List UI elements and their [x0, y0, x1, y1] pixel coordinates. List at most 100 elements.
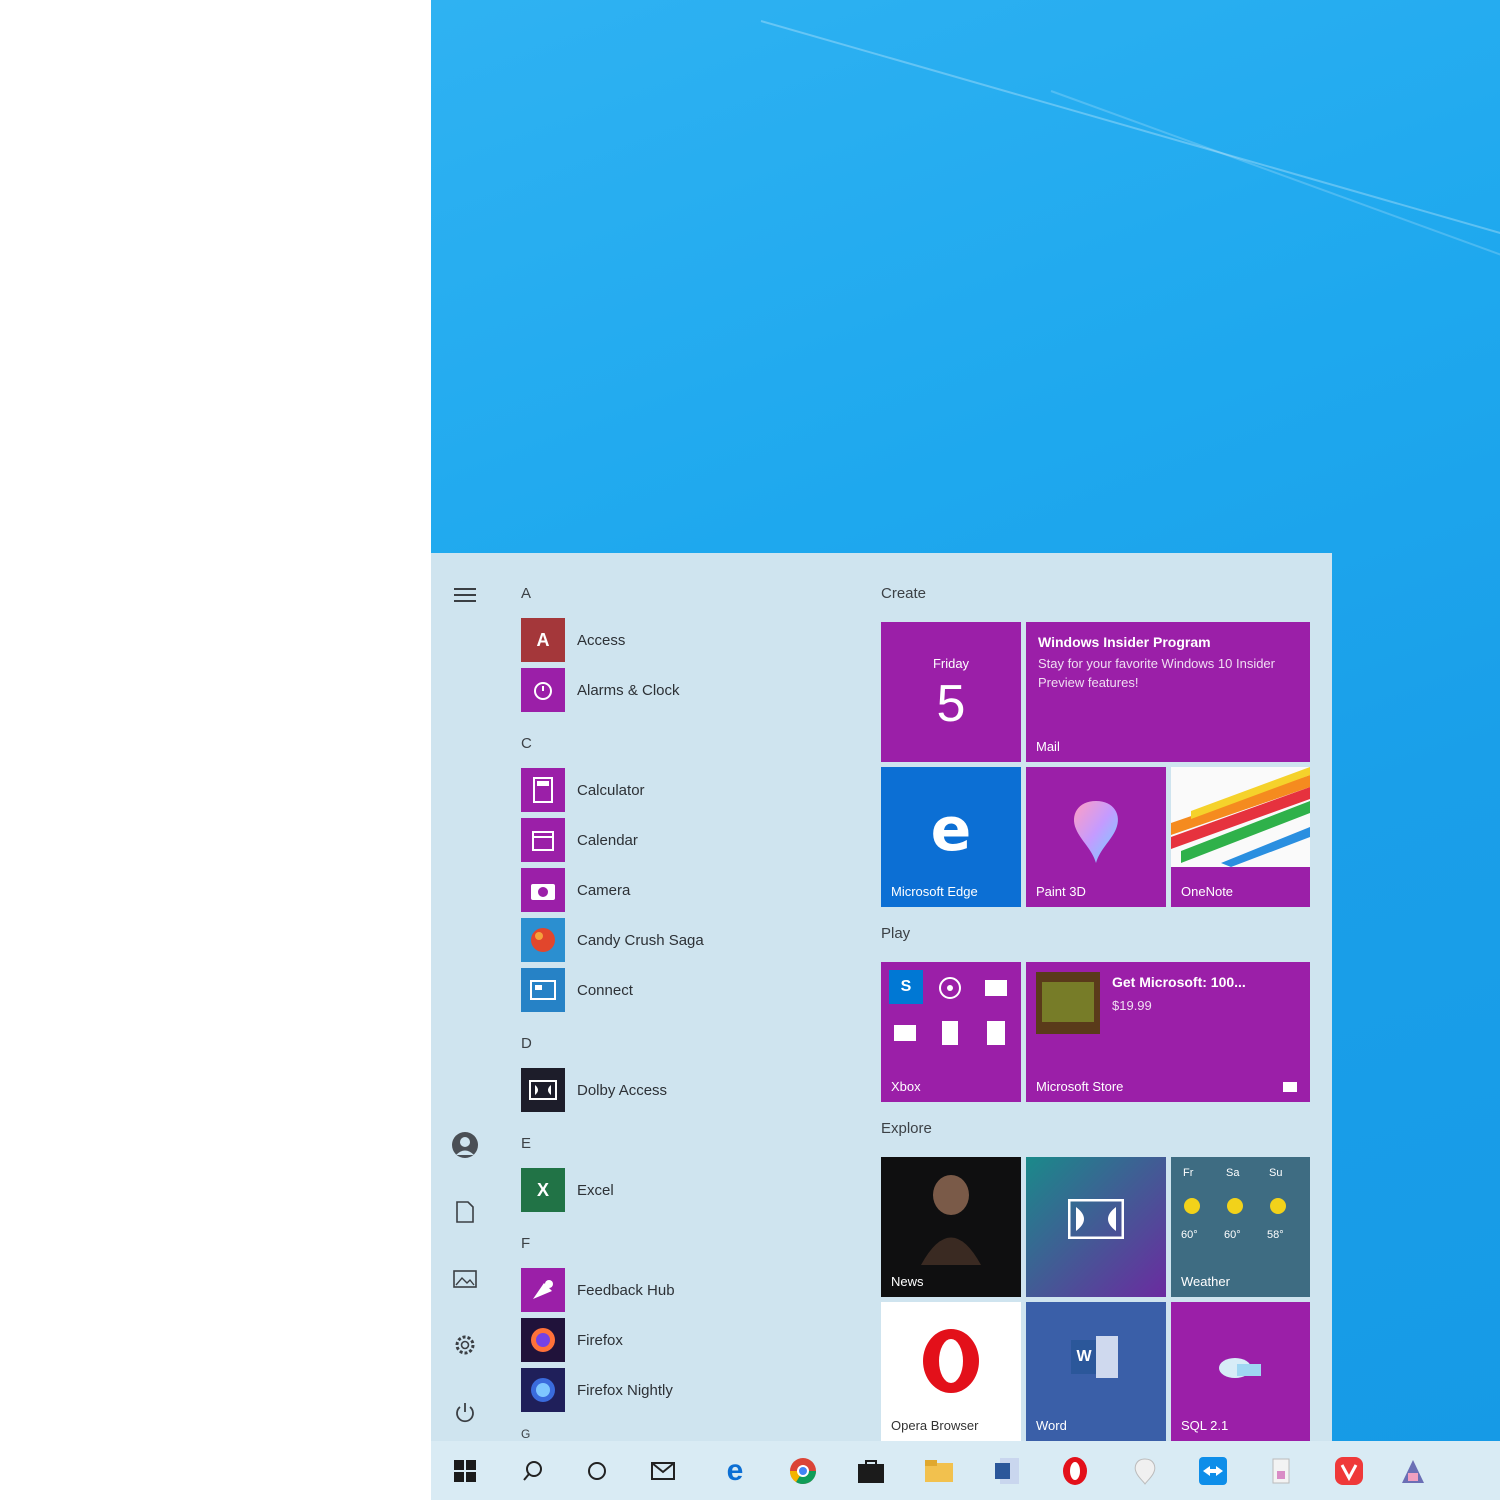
- dolby-logo-icon: [1068, 1199, 1124, 1239]
- app-label: Connect: [577, 981, 633, 999]
- paint-icon[interactable]: [1125, 1451, 1165, 1491]
- app-camera[interactable]: Camera: [521, 868, 630, 912]
- letter-header-f[interactable]: F: [521, 1235, 530, 1252]
- weather-temp: 58°: [1267, 1229, 1284, 1241]
- app-firefox[interactable]: Firefox: [521, 1318, 623, 1362]
- letter-header-c[interactable]: C: [521, 735, 532, 752]
- tile-microsoft-store[interactable]: Get Microsoft: 100... $19.99 Microsoft S…: [1026, 962, 1310, 1102]
- tile-word[interactable]: W Word: [1026, 1302, 1166, 1441]
- photos-icon: [894, 1025, 916, 1041]
- edge-icon: e: [930, 795, 972, 865]
- folder-icon: [985, 980, 1007, 996]
- chrome-icon[interactable]: [783, 1451, 823, 1491]
- tile-paint-3d[interactable]: Paint 3D: [1026, 767, 1166, 907]
- tile-play-folder[interactable]: S Xbox: [881, 962, 1021, 1102]
- store-price: $19.99: [1112, 998, 1152, 1013]
- movies-icon: [939, 977, 961, 999]
- app-calendar[interactable]: Calendar: [521, 818, 638, 862]
- app-candy-crush[interactable]: Candy Crush Saga: [521, 918, 704, 962]
- tile-mail[interactable]: Windows Insider Program Stay for your fa…: [1026, 622, 1310, 762]
- edge-icon[interactable]: e: [715, 1451, 755, 1491]
- alarm-clock-icon: [521, 668, 565, 712]
- tile-weather[interactable]: Fr Sa Su 60° 60° 58° Weather: [1171, 1157, 1310, 1297]
- store-game-thumbnail: [1036, 972, 1100, 1034]
- app-icon[interactable]: [1261, 1451, 1301, 1491]
- app-calculator[interactable]: Calculator: [521, 768, 645, 812]
- opera-icon[interactable]: [1055, 1451, 1095, 1491]
- mail-icon[interactable]: [643, 1451, 683, 1491]
- tile-microsoft-edge[interactable]: e Microsoft Edge: [881, 767, 1021, 907]
- letter-header-e[interactable]: E: [521, 1135, 531, 1152]
- connect-icon: [521, 968, 565, 1012]
- news-photo-image: [921, 1175, 981, 1265]
- hamburger-icon[interactable]: [451, 581, 479, 609]
- pictures-icon[interactable]: [451, 1265, 479, 1293]
- app-label: Candy Crush Saga: [577, 931, 704, 949]
- app-label: Camera: [577, 881, 631, 899]
- app-feedback-hub[interactable]: Feedback Hub: [521, 1268, 675, 1312]
- app-list: A A Access Alarms & Clock C Calculator C…: [521, 553, 851, 1441]
- app-label: Calendar: [577, 831, 638, 849]
- app-alarms-clock[interactable]: Alarms & Clock: [521, 668, 680, 712]
- teamviewer-icon[interactable]: [1193, 1451, 1233, 1491]
- group-header-explore[interactable]: Explore: [881, 1120, 932, 1137]
- tile-label: Word: [1036, 1418, 1067, 1433]
- colorful-stripes-image: [1171, 767, 1310, 867]
- start-menu: A A Access Alarms & Clock C Calculator C…: [431, 553, 1332, 1441]
- tile-news[interactable]: News: [881, 1157, 1021, 1297]
- tile-label: OneNote: [1181, 884, 1234, 899]
- opera-icon: [923, 1329, 979, 1393]
- app-label: Excel: [577, 1181, 614, 1199]
- app2-icon[interactable]: [1393, 1451, 1433, 1491]
- document-icon[interactable]: [451, 1198, 479, 1226]
- calendar-date: 5: [936, 675, 966, 733]
- weather-day: Sa: [1226, 1167, 1240, 1179]
- file-explorer-icon[interactable]: [919, 1451, 959, 1491]
- app-label: Alarms & Clock: [577, 681, 680, 699]
- start-rail: [431, 553, 501, 1441]
- tile-onenote[interactable]: OneNote: [1171, 767, 1310, 907]
- calculator-icon: [987, 1021, 1005, 1045]
- app-access[interactable]: A Access: [521, 618, 625, 662]
- app-label: Dolby Access: [577, 1081, 668, 1099]
- tile-dolby-access[interactable]: [1026, 1157, 1166, 1297]
- app-connect[interactable]: Connect: [521, 968, 633, 1012]
- word-icon: W: [1071, 1340, 1097, 1374]
- tile-calendar[interactable]: Friday 5: [881, 622, 1021, 762]
- windows-start-icon[interactable]: [445, 1451, 485, 1491]
- dolby-icon: [521, 1068, 565, 1112]
- search-icon[interactable]: [513, 1451, 553, 1491]
- letter-header-a[interactable]: A: [521, 585, 531, 602]
- firefox-icon: [521, 1318, 565, 1362]
- store-icon[interactable]: [851, 1451, 891, 1491]
- word-icon[interactable]: [987, 1451, 1027, 1491]
- phone-icon: [942, 1021, 958, 1045]
- app-excel[interactable]: X Excel: [521, 1168, 614, 1212]
- calculator-icon: [521, 768, 565, 812]
- power-icon[interactable]: [451, 1399, 479, 1427]
- group-header-create[interactable]: Create: [881, 585, 926, 602]
- gear-icon[interactable]: [451, 1331, 479, 1359]
- weather-day: Fr: [1183, 1167, 1194, 1179]
- user-avatar-icon[interactable]: [451, 1131, 479, 1159]
- app-dolby-access[interactable]: Dolby Access: [521, 1068, 667, 1112]
- tile-sql[interactable]: SQL 2.1: [1171, 1302, 1310, 1441]
- access-icon: A: [521, 618, 565, 662]
- group-header-play[interactable]: Play: [881, 925, 910, 942]
- tile-label: Opera Browser: [891, 1418, 979, 1433]
- task-view-icon[interactable]: [577, 1451, 617, 1491]
- app-firefox-nightly[interactable]: Firefox Nightly: [521, 1368, 673, 1412]
- tile-label: Xbox: [891, 1079, 921, 1094]
- mail-title: Windows Insider Program: [1038, 634, 1211, 650]
- tile-label: SQL 2.1: [1181, 1418, 1229, 1433]
- vivaldi-icon[interactable]: [1329, 1451, 1369, 1491]
- letter-header-d[interactable]: D: [521, 1035, 532, 1052]
- app-label: Access: [577, 631, 626, 649]
- letter-header-g[interactable]: G: [521, 1427, 530, 1441]
- tile-opera-browser[interactable]: Opera Browser: [881, 1302, 1021, 1441]
- firefox-nightly-icon: [521, 1368, 565, 1412]
- calendar-day: Friday: [932, 656, 970, 671]
- tile-label: News: [891, 1274, 924, 1289]
- camera-icon: [521, 868, 565, 912]
- store-bag-icon: [1283, 1082, 1297, 1092]
